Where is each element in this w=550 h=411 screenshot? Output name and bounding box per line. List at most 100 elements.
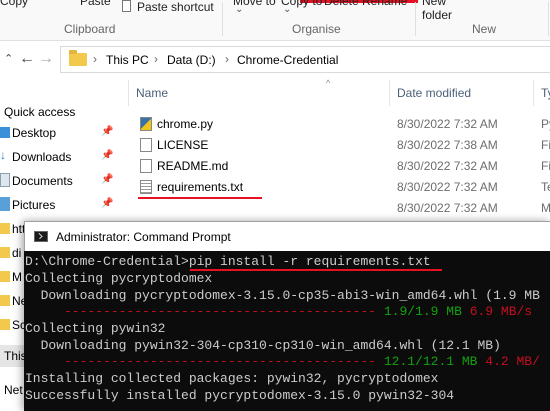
- column-divider: [389, 80, 390, 106]
- command-prompt-window[interactable]: Administrator: Command Prompt D:\Chrome-…: [24, 221, 550, 411]
- file-icon: [140, 138, 152, 152]
- file-name: LICENSE: [157, 138, 209, 152]
- console-line: Downloading pycryptodomex-3.15.0-cp35-ab…: [25, 288, 540, 303]
- file-type: M: [541, 201, 550, 215]
- command-text: pip install -r requirements.txt: [188, 254, 431, 269]
- cmd-icon: [34, 231, 48, 242]
- pin-icon: 📌: [101, 126, 114, 137]
- rename-button[interactable]: Rename: [362, 0, 407, 8]
- chevron-down-icon: ⌄: [283, 4, 292, 15]
- chevron-right-icon[interactable]: ›: [225, 52, 229, 66]
- file-type: Fi: [541, 138, 550, 152]
- ribbon-group-organise: Organise: [292, 22, 341, 36]
- nav-item-label: Net: [4, 383, 23, 397]
- nav-item-label: di: [12, 246, 22, 260]
- progress-bar: ----------------------------------------: [25, 304, 384, 319]
- folder-icon: [0, 295, 10, 306]
- paste-shortcut-button[interactable]: Paste shortcut: [137, 0, 214, 14]
- progress-bar: ----------------------------------------: [25, 354, 384, 369]
- chevron-right-icon[interactable]: ›: [93, 52, 97, 66]
- folder-icon: [0, 319, 10, 330]
- file-row[interactable]: chrome.py 8/30/2022 7:32 AM Py: [135, 114, 550, 135]
- nav-item-documents[interactable]: Documents 📌: [0, 170, 120, 192]
- column-header-type[interactable]: Ty: [541, 86, 550, 100]
- file-date: 8/30/2022 7:32 AM: [397, 117, 498, 131]
- progress-amount: 1.9/1.9 MB: [383, 304, 462, 319]
- progress-line: ----------------------------------------…: [25, 304, 532, 321]
- pin-icon: 📌: [101, 150, 114, 161]
- file-type: Py: [541, 117, 550, 131]
- file-date: 8/30/2022 7:38 AM: [397, 138, 498, 152]
- ribbon-divider: [222, 2, 223, 36]
- file-date: 8/30/2022 7:32 AM: [397, 159, 498, 173]
- forward-button[interactable]: →: [38, 49, 54, 69]
- downloads-icon: ↓: [0, 148, 6, 162]
- cmd-title-bar[interactable]: Administrator: Command Prompt: [24, 221, 550, 251]
- nav-item-downloads[interactable]: ↓ Downloads 📌: [0, 146, 120, 168]
- file-date: 8/30/2022 7:32 AM: [397, 201, 498, 215]
- nav-item-label: Documents: [12, 174, 73, 188]
- sort-chevron-icon: ^: [326, 78, 331, 88]
- pin-icon: 📌: [101, 174, 114, 185]
- folder-icon: [0, 247, 10, 258]
- prompt-text: D:\Chrome-Credential>: [25, 254, 189, 269]
- console-output[interactable]: D:\Chrome-Credential>pip install -r requ…: [24, 253, 550, 411]
- column-header-name[interactable]: Name: [136, 86, 168, 100]
- file-name: requirements.txt: [157, 180, 244, 194]
- desktop-icon: [0, 127, 10, 138]
- window-title: Administrator: Command Prompt: [56, 230, 231, 244]
- progress-line: ----------------------------------------…: [25, 354, 540, 371]
- file-name: chrome.py: [157, 117, 214, 131]
- chevron-right-icon[interactable]: ›: [154, 52, 158, 66]
- folder-icon: [0, 223, 10, 234]
- column-divider: [128, 80, 129, 106]
- column-divider: [533, 80, 534, 106]
- copy-button[interactable]: Copy: [0, 0, 28, 8]
- breadcrumb-this-pc[interactable]: This PC: [106, 53, 149, 67]
- download-speed: 6.9 MB/s: [469, 304, 533, 319]
- nav-item-label: Desktop: [12, 126, 57, 140]
- new-folder-button[interactable]: New folder: [422, 0, 462, 22]
- console-line: Successfully installed pycryptodomex-3.1…: [25, 388, 455, 403]
- ribbon-divider: [415, 2, 416, 36]
- file-row[interactable]: LICENSE 8/30/2022 7:38 AM Fi: [135, 135, 550, 156]
- breadcrumb-data-drive[interactable]: Data (D:): [167, 53, 216, 67]
- documents-icon: [0, 173, 10, 187]
- file-date: 8/30/2022 7:32 AM: [397, 180, 498, 194]
- file-type: Te: [541, 180, 550, 194]
- file-row[interactable]: requirements.txt 8/30/2022 7:32 AM Te: [135, 177, 550, 198]
- quick-access-label: Quick access: [4, 105, 76, 119]
- chevron-down-icon: ⌄: [235, 4, 244, 15]
- address-bar[interactable]: › This PC › Data (D:) › Chrome-Credentia…: [60, 46, 550, 73]
- breadcrumb-chrome-credential[interactable]: Chrome-Credential: [237, 53, 338, 67]
- nav-item-label: Downloads: [12, 150, 72, 164]
- console-line: Collecting pycryptodomex: [25, 271, 213, 286]
- delete-button[interactable]: Delete: [324, 0, 359, 8]
- file-row[interactable]: 8/30/2022 7:32 AM M: [135, 198, 550, 219]
- folder-icon: [69, 50, 87, 66]
- annotation-underline: [138, 197, 262, 199]
- annotation-underline: [190, 269, 442, 271]
- markdown-file-icon: [140, 159, 152, 173]
- nav-item-pictures[interactable]: Pictures 📌: [0, 194, 120, 216]
- ribbon: Copy Paste Paste shortcut Clipboard Move…: [0, 0, 550, 41]
- progress-amount: 12.1/12.1 MB: [383, 354, 478, 369]
- paste-button[interactable]: Paste: [80, 0, 111, 8]
- console-line: Downloading pywin32-304-cp310-cp310-win_…: [25, 338, 501, 353]
- console-line: Installing collected packages: pywin32, …: [25, 371, 439, 386]
- file-name: README.md: [157, 159, 229, 173]
- download-speed: 4.2 MB/: [485, 354, 540, 369]
- navigation-bar: ⌃ ← → › This PC › Data (D:) › Chrome-Cre…: [0, 41, 550, 78]
- nav-quick-access[interactable]: Quick access: [0, 101, 120, 123]
- ribbon-group-new: New: [472, 22, 497, 36]
- nav-item-label: M: [12, 270, 22, 284]
- column-header-date-modified[interactable]: Date modified: [397, 86, 471, 100]
- folder-icon: [0, 271, 10, 282]
- file-row[interactable]: README.md 8/30/2022 7:32 AM Fi: [135, 156, 550, 177]
- ribbon-divider: [548, 2, 549, 36]
- up-arrow-icon[interactable]: ⌃: [4, 49, 13, 69]
- back-button[interactable]: ←: [19, 49, 35, 69]
- ribbon-group-clipboard: Clipboard: [64, 22, 116, 36]
- paste-shortcut-icon: [122, 0, 131, 12]
- nav-item-desktop[interactable]: Desktop 📌: [0, 122, 120, 144]
